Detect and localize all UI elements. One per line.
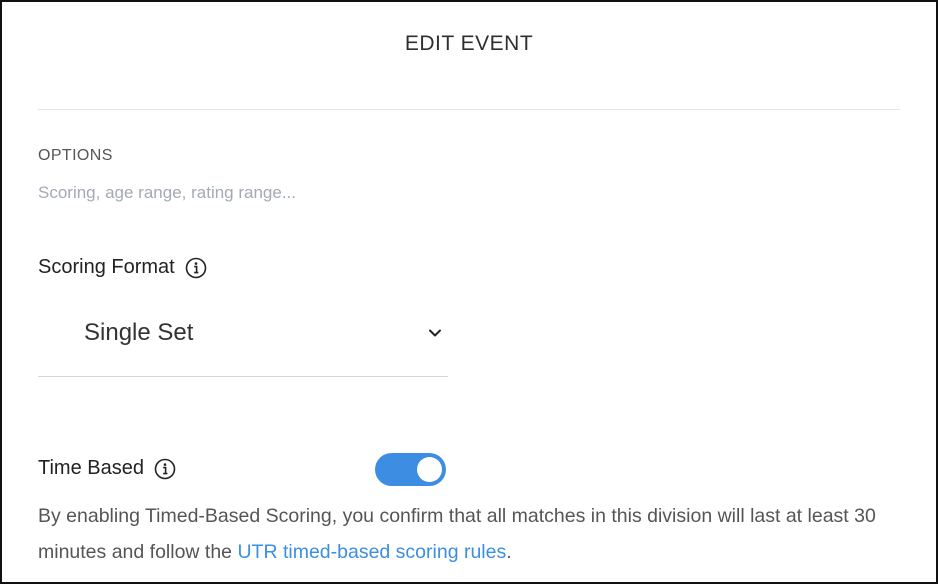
- options-subtitle: Scoring, age range, rating range...: [38, 183, 296, 202]
- page-title: EDIT EVENT: [404, 32, 534, 55]
- scoring-format-select[interactable]: Single Set: [38, 302, 448, 377]
- scoring-rules-link[interactable]: UTR timed-based scoring rules: [237, 541, 506, 563]
- scoring-format-label: Scoring Format: [38, 256, 175, 278]
- description-suffix: .: [506, 541, 512, 563]
- time-based-label: Time Based: [38, 457, 144, 479]
- time-based-label-row: Time Based: [38, 457, 176, 480]
- scoring-format-label-row: Scoring Format: [38, 256, 207, 279]
- time-based-description: By enabling Timed-Based Scoring, you con…: [38, 498, 908, 570]
- header-divider: [38, 109, 900, 110]
- scoring-format-value: Single Set: [84, 319, 194, 346]
- info-circle-icon[interactable]: [185, 257, 207, 279]
- edit-event-panel: EDIT EVENT OPTIONS Scoring, age range, r…: [0, 0, 938, 584]
- options-heading: OPTIONS: [38, 147, 113, 164]
- toggle-knob: [417, 457, 442, 482]
- time-based-toggle[interactable]: [375, 453, 446, 486]
- chevron-down-icon: [428, 326, 442, 338]
- info-circle-icon[interactable]: [154, 458, 176, 480]
